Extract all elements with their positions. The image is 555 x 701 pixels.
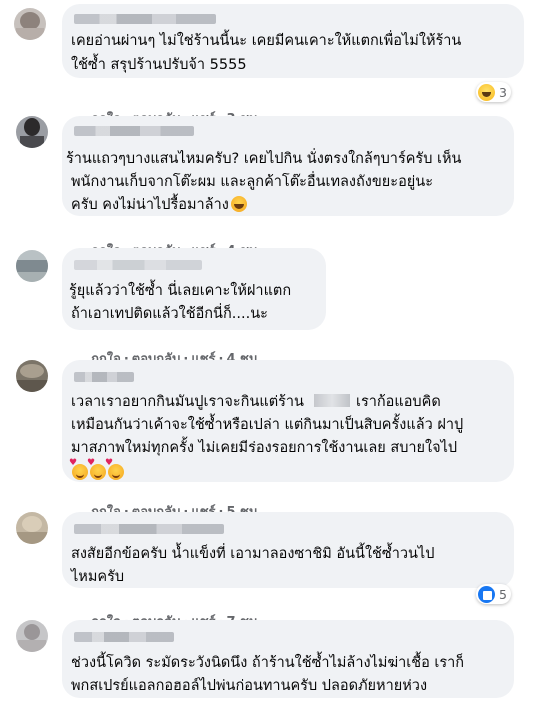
comment-text-line: รู้ยุแล้วว่าใช้ซ้ำ นี่เลยเคาะให้ฝาแตก — [69, 283, 292, 299]
avatar[interactable] — [16, 512, 48, 544]
comment-text-line: พกสเปรย์แอลกอฮอล์ไปพ่นก่อนทานครับ ปลอดภั… — [71, 678, 428, 694]
avatar[interactable] — [16, 116, 48, 148]
comment-text-line: สงสัยอีกข้อครับ น้ำแข็งที่ เอามาลองซาชิม… — [71, 546, 435, 562]
comment-bubble: ร้านแถวๆบางแสนไหมครับ? เคยไปกิน นั่งตรงใ… — [62, 116, 514, 216]
comment-text-line: เหมือนกันว่าเค้าจะใช้ซ้ำหรือเปล่า แต่กิน… — [71, 417, 464, 433]
comment-bubble: เคยอ่านผ่านๆ ไม่ใช่ร้านนี้นะ เคยมีคนเคาะ… — [62, 4, 524, 78]
commenter-name-redacted[interactable] — [74, 632, 174, 642]
comment-text-line: ไหมครับ — [71, 569, 125, 585]
commenter-name-redacted[interactable] — [74, 372, 134, 382]
commenter-name-redacted[interactable] — [74, 126, 194, 136]
reaction-count-badge[interactable]: 5 — [476, 584, 511, 604]
commenter-name-redacted[interactable] — [74, 260, 202, 270]
comment-bubble: ช่วงนี้โควิด ระมัดระวังนิดนึง ถ้าร้านใช้… — [62, 620, 514, 698]
comment-text-line: เวลาเราอยากกินมันปูเราจะกินแต่ร้าน เราก้อ… — [71, 394, 441, 410]
avatar[interactable] — [14, 8, 46, 40]
commenter-name-redacted[interactable] — [74, 524, 224, 534]
like-reaction-icon — [478, 585, 495, 603]
comment-text-line: ถ้าเอาเทปติดแล้วใช้อีกนี่ก็....นะ — [71, 306, 268, 322]
avatar[interactable] — [16, 620, 48, 652]
comment-text-line: ร้านแถวๆบางแสนไหมครับ? เคยไปกิน นั่งตรงใ… — [66, 151, 462, 167]
laughing-emoji-icon — [230, 196, 247, 212]
commenter-name-redacted[interactable] — [74, 14, 216, 24]
smiling-hearts-emoji-icon — [69, 458, 126, 481]
haha-reaction-icon — [478, 83, 495, 101]
avatar[interactable] — [16, 360, 48, 392]
comment-bubble: สงสัยอีกข้อครับ น้ำแข็งที่ เอามาลองซาชิม… — [62, 512, 514, 588]
comment-text-line: เคยอ่านผ่านๆ ไม่ใช่ร้านนี้นะ เคยมีคนเคาะ… — [71, 33, 462, 49]
reaction-count-badge[interactable]: 3 — [476, 82, 511, 102]
comment-bubble: เวลาเราอยากกินมันปูเราจะกินแต่ร้าน เราก้อ… — [62, 360, 514, 482]
comment-text-line: พนักงานเก็บจากโต๊ะผม และลูกค้าโต๊ะอื่นเท… — [71, 174, 433, 190]
comment-text-line: ช่วงนี้โควิด ระมัดระวังนิดนึง ถ้าร้านใช้… — [71, 655, 465, 671]
comment-bubble: รู้ยุแล้วว่าใช้ซ้ำ นี่เลยเคาะให้ฝาแตก ถ้… — [62, 248, 326, 330]
avatar[interactable] — [16, 250, 48, 282]
comment-text-line: ใช้ซ้ำ สรุปร้านปรับจ้า 5555 — [71, 57, 247, 73]
comment-text-line: ครับ คงไม่น่าไปรื้อมาล้าง — [71, 194, 249, 217]
redacted-shop-name — [313, 394, 350, 407]
comment-text-line: มาสภาพใหม่ทุกครั้ง ไม่เคยมีร่องรอยการใช้… — [71, 440, 458, 456]
